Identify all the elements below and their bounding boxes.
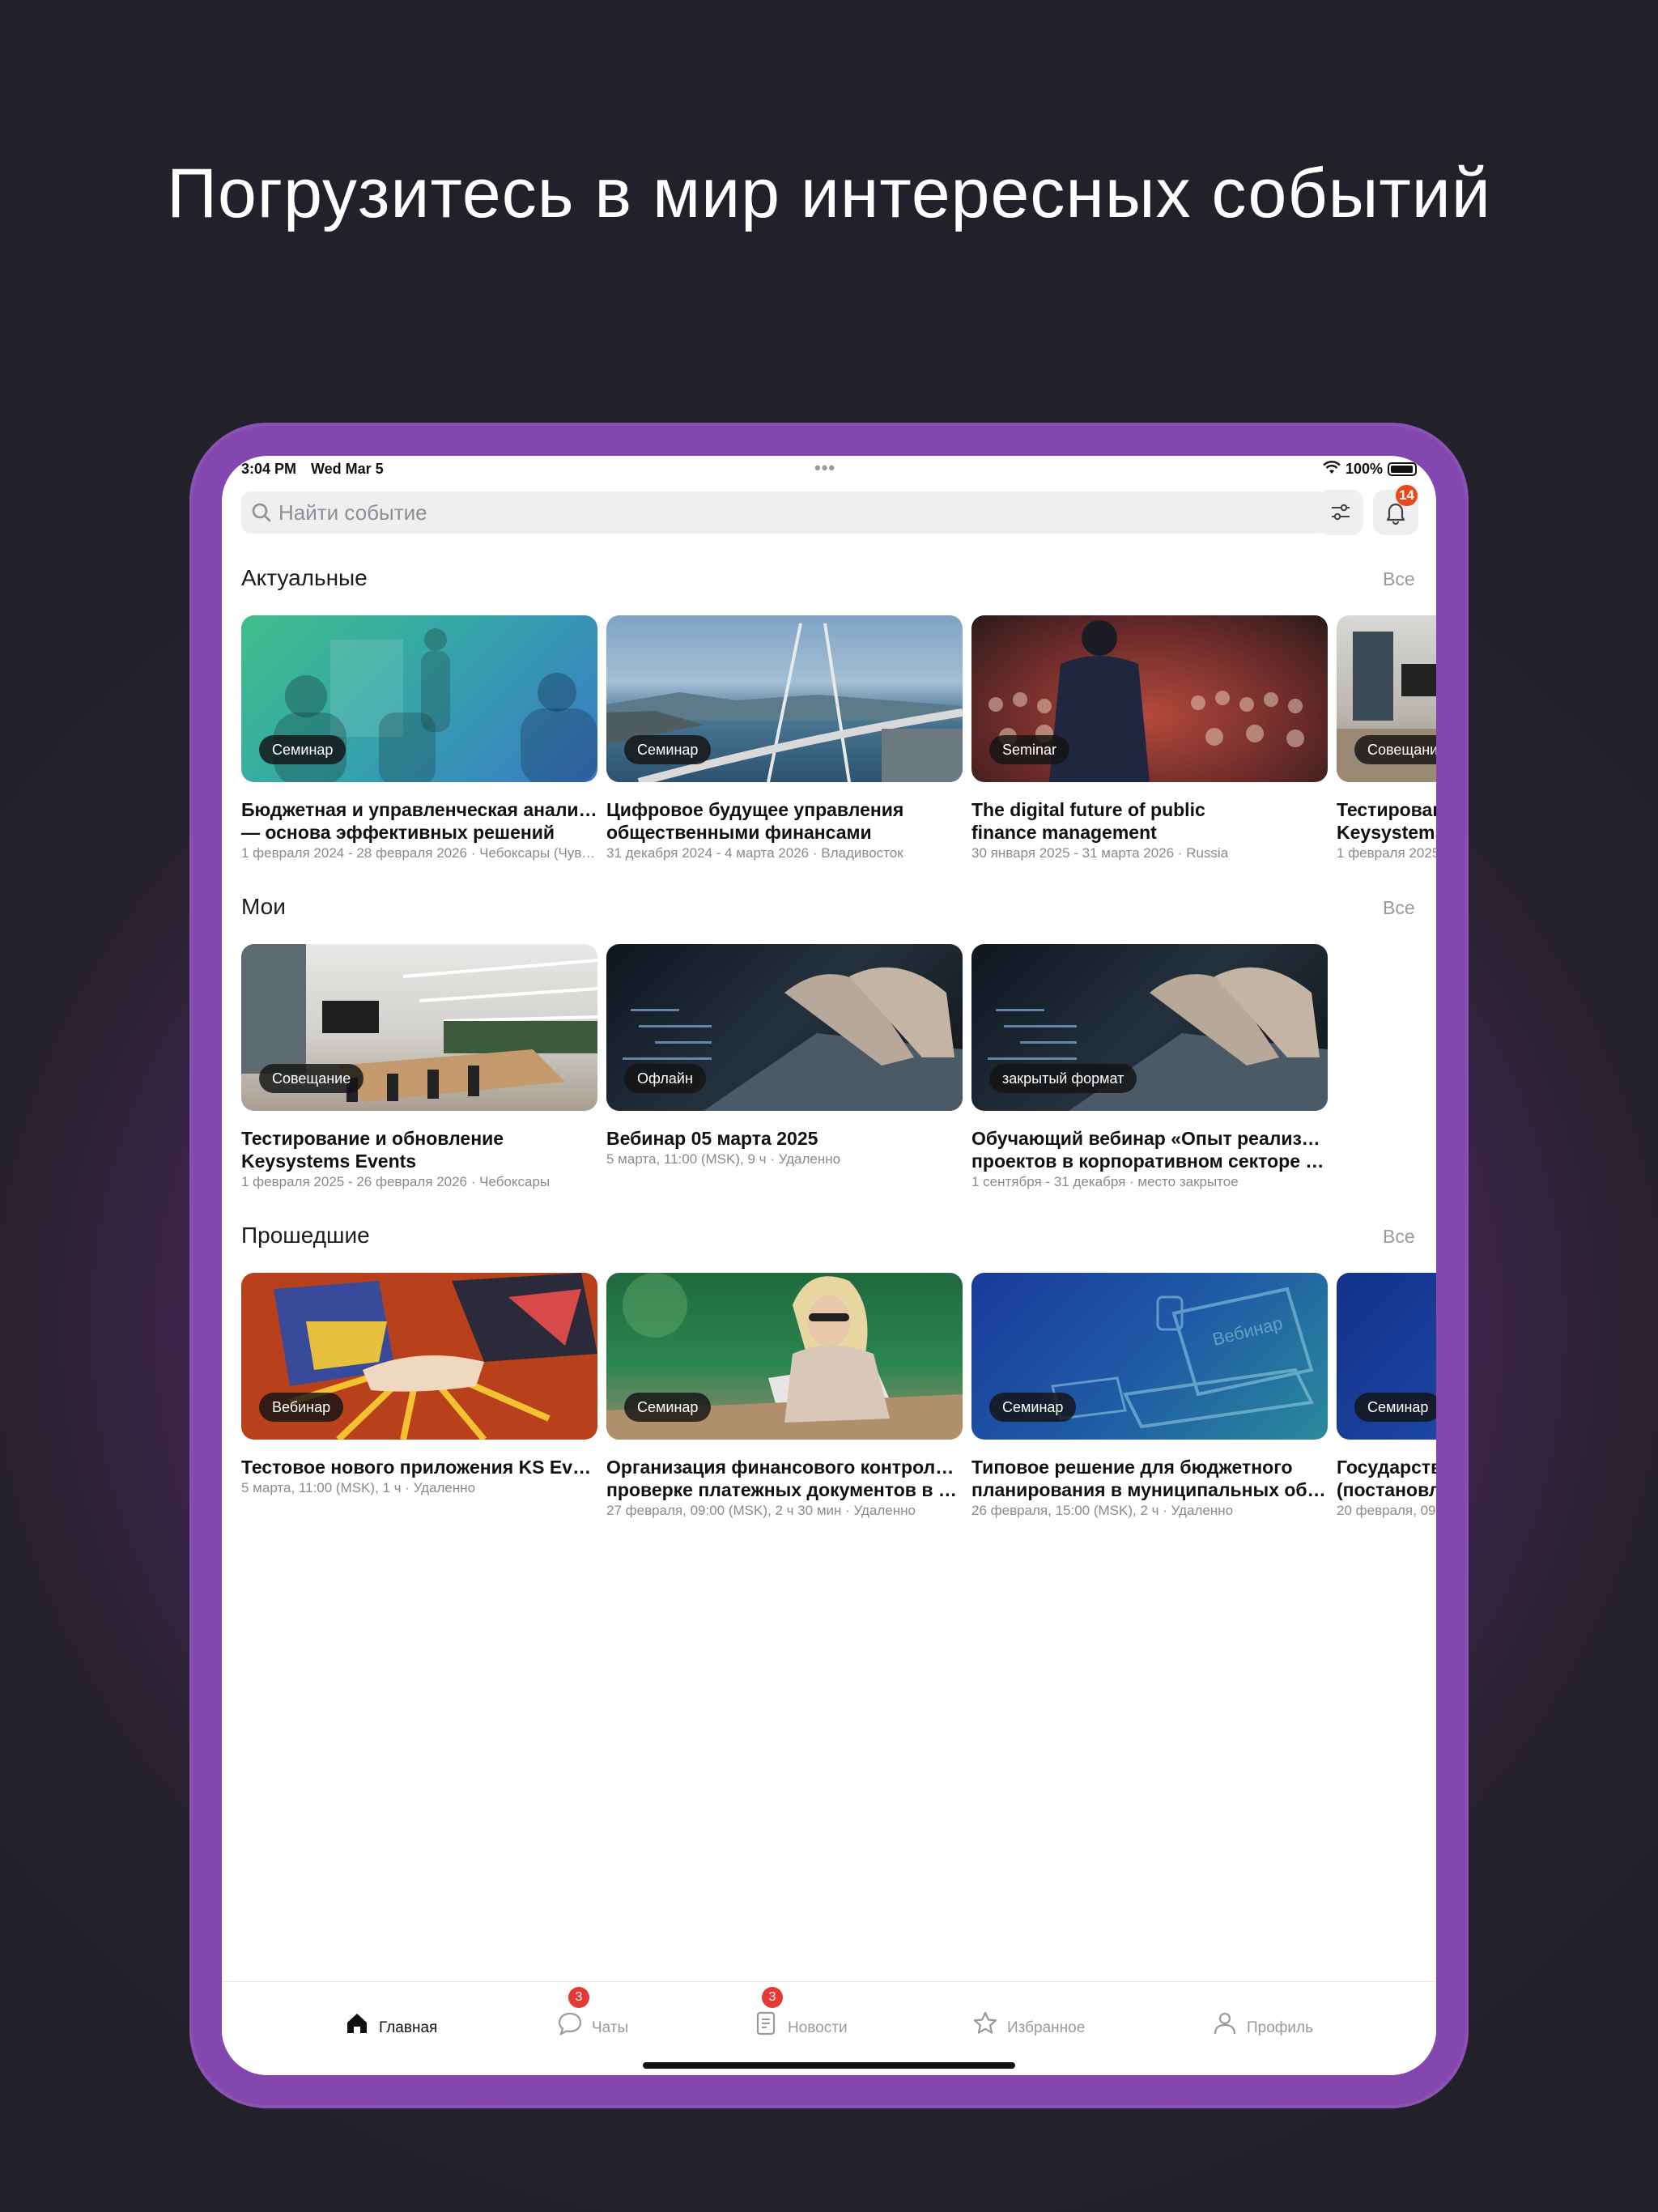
section-title-past: Прошедшие xyxy=(241,1223,370,1248)
event-image: Вебинар xyxy=(241,1273,597,1440)
event-image: Совещание xyxy=(241,944,597,1111)
multitask-dots-icon[interactable]: ••• xyxy=(814,457,835,479)
event-title: Бюджетная и управленческая аналитика — ос… xyxy=(241,799,597,843)
svg-text:Вебинар: Вебинар xyxy=(1210,1312,1285,1350)
event-image: Семинар xyxy=(241,615,597,782)
event-card[interactable]: Совещание Тестирование и обновлениеKeysy… xyxy=(1337,615,1436,861)
event-dates-location: 20 февраля, 09:00 (MSK) xyxy=(1337,1503,1436,1518)
battery-percent: 100% xyxy=(1346,461,1384,477)
event-image: закрытый формат xyxy=(971,944,1328,1111)
tab-news[interactable]: Новости xyxy=(752,2005,848,2037)
event-card[interactable]: Офлайн Вебинар 05 марта 2025 5 марта, 11… xyxy=(606,944,963,1168)
tab-chats-label: Чаты xyxy=(592,2019,629,2036)
person-icon xyxy=(1214,2012,1236,2035)
event-card[interactable]: Вебинар Тестовое нового приложения KS Ev… xyxy=(241,1273,597,1496)
event-title: The digital future of public finance mana… xyxy=(971,799,1205,843)
event-type-tag: Seminar xyxy=(989,735,1070,764)
home-indicator[interactable] xyxy=(643,2062,1015,2069)
event-image: Офлайн xyxy=(606,944,963,1111)
tab-bar: Главная Чаты 3 Новости 3 Избранное Профи… xyxy=(222,1981,1436,2075)
tab-profile[interactable]: Профиль xyxy=(1211,2005,1313,2037)
event-image: Совещание xyxy=(1337,615,1436,782)
event-image: Семинар xyxy=(606,1273,963,1440)
wifi-icon xyxy=(1323,461,1341,479)
event-image: Семинар xyxy=(1337,1273,1436,1440)
event-dates-location: 27 февраля, 09:00 (MSK), 2 ч 30 мин · Уд… xyxy=(606,1503,916,1518)
section-title-mine: Мои xyxy=(241,894,286,919)
search-icon xyxy=(251,502,272,523)
event-card[interactable]: Seminar The digital future of public fina… xyxy=(971,615,1328,861)
event-title: Организация финансового контроля по прове… xyxy=(606,1457,963,1500)
filter-button[interactable] xyxy=(1318,490,1363,535)
event-dates-location: 1 февраля 2024 - 28 февраля 2026 · Чебок… xyxy=(241,845,597,861)
event-dates-location: 1 февраля 2025 - 26 февраля 2026 · Чебок… xyxy=(1337,845,1436,861)
chat-bubble-icon xyxy=(558,2012,582,2036)
event-card[interactable]: Вебинар Семинар Типовое решение для бюдж… xyxy=(971,1273,1328,1519)
event-dates-location: 5 марта, 11:00 (MSK), 1 ч · Удаленно xyxy=(241,1480,476,1495)
promo-headline: Погрузитесь в мир интересных событий xyxy=(167,155,1491,232)
event-title: Цифровое будущее управления общественными… xyxy=(606,799,904,843)
event-type-tag: Семинар xyxy=(989,1393,1077,1422)
event-type-tag: Семинар xyxy=(624,735,712,764)
event-title: Тестирование и обновлениеKeysystems Even… xyxy=(241,1128,504,1172)
event-title: Вебинар 05 марта 2025 xyxy=(606,1128,818,1149)
status-date: Wed Mar 5 xyxy=(311,461,384,477)
tab-home-label: Главная xyxy=(379,2019,438,2036)
section-title-current: Актуальные xyxy=(241,565,368,590)
event-image: Seminar xyxy=(971,615,1328,782)
event-dates-location: 26 февраля, 15:00 (MSK), 2 ч · Удаленно xyxy=(971,1503,1234,1518)
event-dates-location: 5 марта, 11:00 (MSK), 9 ч · Удаленно xyxy=(606,1151,841,1167)
event-image: Вебинар Семинар xyxy=(971,1273,1328,1440)
event-card[interactable]: Семинар Государственные закупки(постанов… xyxy=(1337,1273,1436,1519)
event-type-tag: закрытый формат xyxy=(989,1064,1137,1093)
sliders-icon xyxy=(1332,504,1350,521)
battery-icon xyxy=(1388,462,1417,476)
event-card[interactable]: закрытый формат Обучающий вебинар «Опыт … xyxy=(971,944,1328,1190)
event-type-tag: Совещание xyxy=(1354,735,1436,764)
event-type-tag: Семинар xyxy=(259,735,346,764)
notifications-count-badge: 14 xyxy=(1396,485,1418,506)
event-title: Тестирование и обновлениеKeysystems Even… xyxy=(1337,799,1436,843)
event-title: Типовое решение для бюджетного планирован… xyxy=(971,1457,1328,1500)
event-card[interactable]: Семинар Цифровое будущее управления общес… xyxy=(606,615,963,861)
star-icon xyxy=(973,2011,997,2034)
event-card[interactable]: Семинар Бюджетная и управленческая анали… xyxy=(241,615,597,861)
event-dates-location: 31 декабря 2024 - 4 марта 2026 · Владиво… xyxy=(606,845,903,861)
home-icon xyxy=(347,2014,367,2033)
app-screen: 3:04 PM Wed Mar 5 ••• 100% 14 Актуальные… xyxy=(222,456,1436,2075)
event-type-tag: Семинар xyxy=(1354,1393,1436,1422)
search-input[interactable] xyxy=(241,491,1328,534)
tab-profile-label: Профиль xyxy=(1247,2019,1314,2036)
event-dates-location: 1 сентября - 31 декабря · место закрытое xyxy=(971,1174,1239,1189)
chats-unread-badge: 3 xyxy=(568,1987,589,2008)
event-title: Обучающий вебинар «Опыт реализации проект… xyxy=(971,1128,1328,1172)
event-type-tag: Вебинар xyxy=(259,1393,344,1422)
section-mine-all-link[interactable]: Все xyxy=(1383,897,1415,919)
tab-favorites-label: Избранное xyxy=(1007,2019,1086,2036)
event-card[interactable]: Семинар Организация финансового контроля… xyxy=(606,1273,963,1519)
status-time: 3:04 PM xyxy=(241,461,297,477)
event-title: Тестовое нового приложения KS Events xyxy=(241,1457,597,1478)
tab-news-label: Новости xyxy=(788,2019,848,2036)
event-dates-location: 1 февраля 2025 - 26 февраля 2026 · Чебок… xyxy=(241,1174,551,1189)
tab-chats[interactable]: Чаты xyxy=(556,2005,628,2037)
section-past-all-link[interactable]: Все xyxy=(1383,1226,1415,1248)
event-type-tag: Офлайн xyxy=(624,1064,706,1093)
news-unread-badge: 3 xyxy=(762,1987,783,2008)
tab-favorites[interactable]: Избранное xyxy=(971,2005,1085,2037)
section-current-all-link[interactable]: Все xyxy=(1383,568,1415,590)
status-bar: 3:04 PM Wed Mar 5 ••• 100% xyxy=(222,456,1436,483)
event-type-tag: Совещание xyxy=(259,1064,364,1093)
event-image: Семинар xyxy=(606,615,963,782)
event-dates-location: 30 января 2025 - 31 марта 2026 · Russia xyxy=(971,845,1229,861)
event-card[interactable]: Совещание Тестирование и обновлениеKeysy… xyxy=(241,944,597,1190)
news-document-icon xyxy=(756,2011,776,2035)
event-title: Государственные закупки(постановление) xyxy=(1337,1457,1436,1500)
tab-home[interactable]: Главная xyxy=(343,2005,437,2037)
event-type-tag: Семинар xyxy=(624,1393,712,1422)
